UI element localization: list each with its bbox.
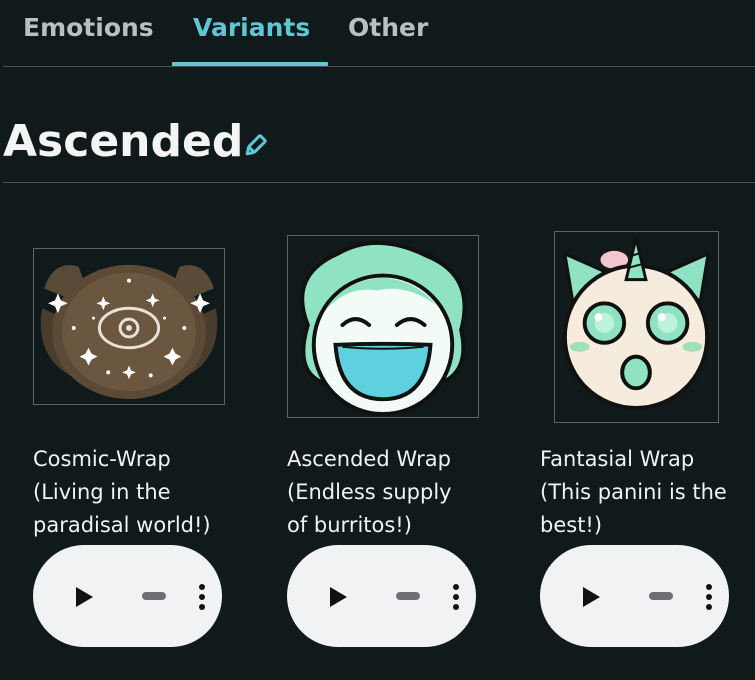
caption-line: (Living in the [33, 480, 171, 504]
play-icon[interactable] [327, 585, 349, 609]
more-vertical-icon[interactable] [197, 582, 207, 612]
play-icon[interactable] [73, 585, 95, 609]
ascended-wrap-caption: Ascended Wrap (Endless supply of burrito… [287, 443, 507, 542]
caption-line: Ascended Wrap [287, 447, 451, 471]
caption-line: paradisal world!) [33, 513, 211, 537]
audio-player [287, 545, 476, 647]
fantasial-wrap-image[interactable] [554, 231, 719, 423]
tab-bar: Emotions Variants Other [0, 0, 755, 68]
caption-line: (Endless supply [287, 480, 452, 504]
caption-line: Cosmic-Wrap [33, 447, 171, 471]
pencil-icon[interactable] [242, 133, 268, 159]
audio-player [540, 545, 729, 647]
fantasial-wrap-caption: Fantasial Wrap (This panini is the best!… [540, 443, 755, 542]
caption-line: (This panini is the [540, 480, 727, 504]
tab-variants[interactable]: Variants [193, 10, 310, 46]
more-vertical-icon[interactable] [451, 582, 461, 612]
play-icon[interactable] [580, 585, 602, 609]
section-divider [3, 182, 755, 183]
more-vertical-icon[interactable] [704, 582, 714, 612]
tab-emotions[interactable]: Emotions [23, 10, 154, 46]
progress-slider[interactable] [396, 592, 420, 600]
caption-line: Fantasial Wrap [540, 447, 695, 471]
cosmic-wrap-image[interactable] [33, 248, 225, 405]
section-title: Ascended [3, 116, 244, 167]
caption-line: best!) [540, 513, 603, 537]
caption-line: of burritos!) [287, 513, 412, 537]
tabs-divider [3, 66, 755, 67]
audio-player [33, 545, 222, 647]
progress-slider[interactable] [142, 592, 166, 600]
cosmic-wrap-caption: Cosmic-Wrap (Living in the paradisal wor… [33, 443, 253, 542]
tab-other[interactable]: Other [348, 10, 428, 46]
progress-slider[interactable] [649, 592, 673, 600]
ascended-wrap-image[interactable] [287, 235, 479, 418]
